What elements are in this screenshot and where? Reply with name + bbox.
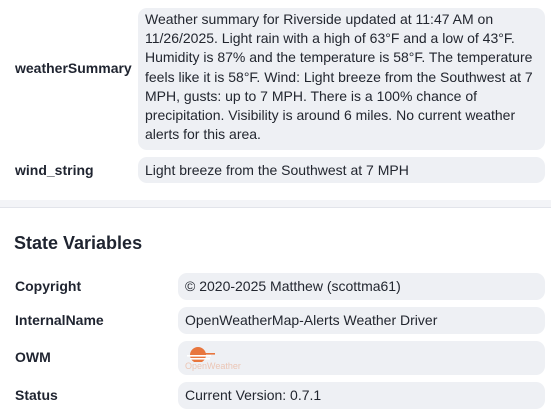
wind-string-value: Light breeze from the Southwest at 7 MPH <box>138 157 545 183</box>
openweather-logo: OpenWeather <box>185 344 255 372</box>
openweather-sun-icon <box>187 347 215 362</box>
weather-summary-label: weatherSummary <box>15 60 132 76</box>
copyright-label: Copyright <box>15 278 82 294</box>
weather-summary-value: Weather summary for Riverside updated at… <box>138 8 545 150</box>
owm-label: OWM <box>15 349 51 365</box>
attributes-panel: weatherSummary Weather summary for River… <box>0 0 551 200</box>
internal-name-label: InternalName <box>15 312 104 328</box>
status-value: Current Version: 0.7.1 <box>178 382 545 409</box>
openweather-logo-text: OpenWeather <box>185 361 241 371</box>
status-label: Status <box>15 387 58 403</box>
wind-string-label: wind_string <box>15 162 94 178</box>
internal-name-value: OpenWeatherMap-Alerts Weather Driver <box>178 307 545 334</box>
copyright-value: © 2020-2025 Matthew (scottma61) <box>178 273 545 300</box>
state-variables-title: State Variables <box>14 233 143 253</box>
